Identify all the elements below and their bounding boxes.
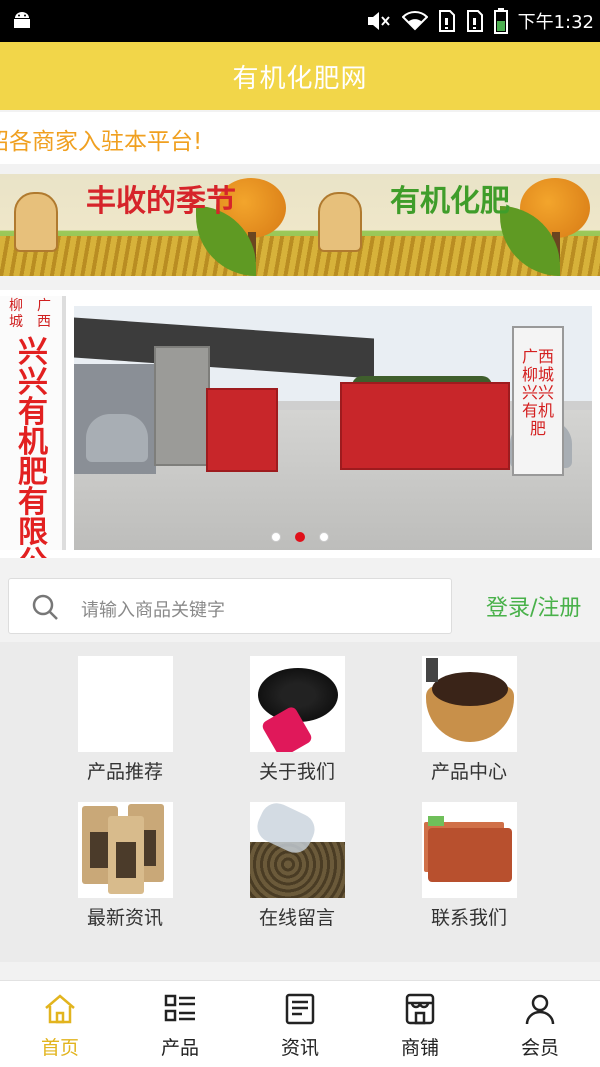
wifi-icon [401, 11, 428, 31]
android-icon [14, 12, 30, 28]
sign-company-name: 兴兴有机肥有限公司 [18, 335, 48, 559]
home-icon [45, 994, 75, 1024]
soil-bowl-thumbnail [422, 656, 517, 752]
carousel-dots [0, 532, 600, 542]
search-input[interactable]: 请输入商品关键字 [8, 578, 452, 634]
battery-icon [493, 8, 508, 34]
banner-title: 有机化肥 [390, 184, 510, 219]
grid-item-label: 产品推荐 [86, 761, 163, 783]
company-sign: 柳城 广西 兴兴有机肥有限公司 [0, 296, 66, 558]
list-icon [164, 994, 195, 1022]
shop-icon [405, 993, 435, 1025]
grid-item-product-recommend[interactable]: 产品推荐 [60, 642, 190, 783]
image-carousel[interactable]: 柳城 广西 兴兴有机肥有限公司 广西柳城兴兴有机肥 [0, 290, 600, 558]
farmer-illustration [318, 192, 362, 252]
sim1-icon [438, 10, 455, 32]
nav-label: 资讯 [280, 1037, 319, 1059]
pillar-sign-text: 广西柳城兴兴有机肥 [521, 347, 554, 438]
bags-thumbnail [78, 802, 173, 898]
grid-item-product-center[interactable]: 产品中心 [404, 642, 534, 783]
brick-thumbnail [422, 802, 517, 898]
search-icon [32, 594, 58, 620]
grid-item-online-message[interactable]: 在线留言 [232, 788, 362, 929]
pellets-thumbnail [250, 656, 345, 752]
bottom-nav: 首页 产品 资讯 商铺 会员 [0, 980, 600, 1067]
grid-item-label: 在线留言 [258, 907, 335, 929]
grid-item-latest-news[interactable]: 最新资讯 [60, 788, 190, 929]
grid-item-label: 最新资讯 [86, 907, 163, 929]
carousel-dot-active[interactable] [295, 532, 305, 542]
factory-gate-photo: 广西柳城兴兴有机肥 [74, 306, 592, 550]
announcement-marquee[interactable]: 招各商家入驻本平台! [0, 112, 600, 164]
marquee-text: 招各商家入驻本平台! [0, 129, 203, 155]
jar-pellets-thumbnail [250, 802, 345, 898]
grid-item-label: 产品中心 [430, 761, 507, 783]
seeds-thumbnail [78, 656, 173, 752]
nav-label: 商铺 [400, 1037, 439, 1059]
grid-item-contact-us[interactable]: 联系我们 [404, 788, 534, 929]
nav-products[interactable]: 产品 [120, 981, 240, 1067]
news-icon [285, 993, 315, 1025]
nav-label: 首页 [40, 1037, 79, 1059]
status-time: 下午1:32 [517, 12, 594, 33]
banner-panel: 有机化肥 [304, 174, 600, 276]
carousel-dot[interactable] [271, 532, 281, 542]
carousel-dot[interactable] [319, 532, 329, 542]
search-placeholder: 请输入商品关键字 [81, 600, 225, 621]
banner-title: 丰收的季节 [86, 184, 236, 219]
sign-city: 柳城 [9, 298, 23, 330]
status-bar: 下午1:32 [0, 0, 600, 42]
nav-label: 会员 [520, 1037, 559, 1059]
category-grid: 产品推荐 关于我们 产品中心 最新资讯 在线留言 联系我们 [0, 642, 600, 962]
user-icon [525, 994, 555, 1025]
mute-icon [367, 12, 390, 30]
app-header: 有机化肥网 [0, 42, 600, 110]
app-title: 有机化肥网 [232, 63, 368, 94]
nav-home[interactable]: 首页 [0, 981, 120, 1067]
grid-item-about-us[interactable]: 关于我们 [232, 642, 362, 783]
grid-item-label: 联系我们 [430, 907, 507, 929]
farmer-illustration [14, 192, 58, 252]
nav-member[interactable]: 会员 [480, 981, 600, 1067]
login-register-link[interactable]: 登录/注册 [486, 590, 581, 622]
nav-label: 产品 [160, 1037, 199, 1059]
sim2-icon [466, 10, 483, 32]
sign-province: 广西 [37, 298, 51, 330]
pillar-sign: 广西柳城兴兴有机肥 [512, 326, 564, 476]
nav-news[interactable]: 资讯 [240, 981, 360, 1067]
banner-panel: 丰收的季节 [0, 174, 304, 276]
grid-item-label: 关于我们 [258, 761, 335, 783]
promo-banner[interactable]: 丰收的季节 有机化肥 [0, 174, 600, 276]
nav-shop[interactable]: 商铺 [360, 981, 480, 1067]
search-row: 请输入商品关键字 登录/注册 [0, 566, 600, 642]
